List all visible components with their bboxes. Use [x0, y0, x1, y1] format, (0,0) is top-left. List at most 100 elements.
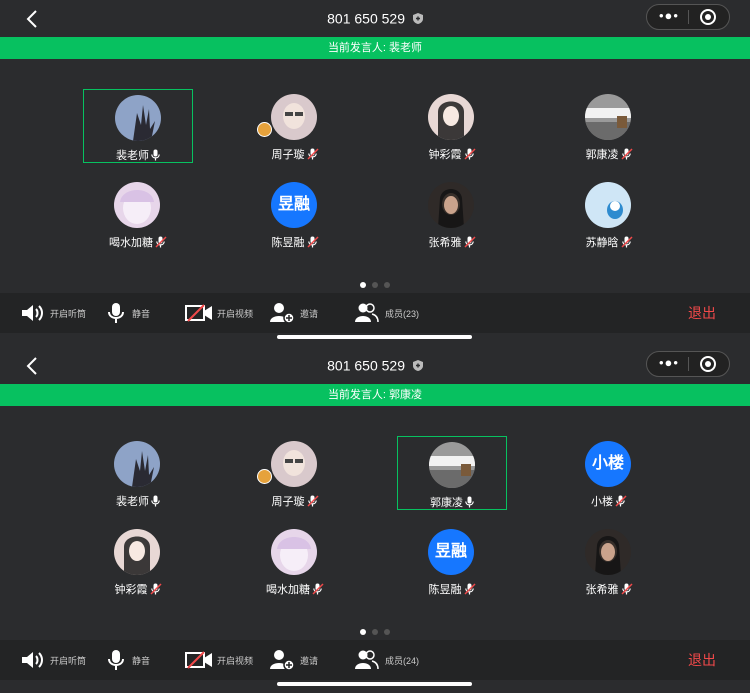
capsule-divider — [688, 357, 689, 371]
participant-name: 裴老师 — [116, 150, 149, 162]
mini-program-capsule: •●• — [646, 351, 730, 377]
video-button[interactable]: 开启视频 — [185, 301, 253, 325]
bottom-toolbar: 开启听筒 静音 开启视频 邀请 成员(23) 退出 — [0, 293, 750, 333]
participant-tile[interactable]: 郭康凌 — [397, 436, 507, 510]
speaker-button[interactable]: 开启听筒 — [20, 648, 86, 672]
participant-name-row: 喝水加糖 — [83, 234, 193, 250]
participant-tile[interactable]: 周子璇 — [240, 89, 350, 163]
participant-name: 陈昱融 — [271, 237, 305, 249]
mute-label: 静音 — [132, 655, 151, 666]
page-dot[interactable] — [372, 629, 378, 635]
participant-name-row: 裴老师 — [83, 493, 193, 509]
top-bar: 801 650 529 •●• — [0, 0, 750, 37]
members-label: 成员(23) — [385, 308, 420, 319]
meeting-id-text: 801 650 529 — [327, 10, 405, 27]
microphone-on-icon — [463, 496, 474, 509]
participant-tile[interactable]: 小楼 小楼 — [554, 436, 664, 510]
participant-tile[interactable]: 郭康凌 — [554, 89, 664, 163]
microphone-muted-icon — [462, 583, 476, 596]
video-label: 开启视频 — [217, 308, 254, 319]
members-button[interactable]: 成员(24) — [355, 648, 419, 672]
participant-tile[interactable]: 喝水加糖 — [240, 524, 350, 598]
capsule-divider — [688, 10, 689, 24]
invite-button[interactable]: 邀请 — [270, 301, 318, 325]
page-dot-active[interactable] — [360, 282, 366, 288]
participant-tile[interactable]: 喝水加糖 — [83, 177, 193, 251]
current-speaker-bar: 当前发言人: 郭康凌 — [0, 384, 750, 406]
participant-tile[interactable]: 张希雅 — [554, 524, 664, 598]
participant-tile[interactable]: 钟彩霞 — [397, 89, 507, 163]
avatar — [114, 529, 160, 575]
avatar — [428, 94, 474, 140]
participant-name: 喝水加糖 — [266, 584, 310, 596]
participant-tile[interactable]: 裴老师 — [83, 436, 193, 510]
participant-name-row: 钟彩霞 — [397, 146, 507, 162]
participant-name: 喝水加糖 — [109, 237, 153, 249]
avatar — [271, 441, 317, 487]
speaker-icon — [22, 652, 43, 668]
page-dot[interactable] — [372, 282, 378, 288]
avatar — [585, 529, 631, 575]
close-target-icon[interactable] — [699, 8, 717, 26]
participant-tile[interactable]: 周子璇 — [240, 436, 350, 510]
microphone-muted-icon — [613, 495, 627, 508]
members-label: 成员(24) — [385, 655, 420, 666]
participant-tile[interactable]: 苏静晗 — [554, 177, 664, 251]
participant-name: 陈昱融 — [428, 584, 462, 596]
participant-name: 郭康凌 — [430, 497, 463, 509]
participant-name: 钟彩霞 — [114, 584, 148, 596]
page-dot-active[interactable] — [360, 629, 366, 635]
microphone-muted-icon — [619, 583, 633, 596]
mute-label: 静音 — [132, 308, 151, 319]
microphone-on-icon — [149, 495, 160, 508]
exit-button[interactable]: 退出 — [688, 303, 716, 323]
avatar — [114, 441, 160, 487]
participant-name-row: 钟彩霞 — [83, 581, 193, 597]
microphone-icon — [108, 303, 124, 323]
meeting-id-text: 801 650 529 — [327, 357, 405, 374]
avatar: 小楼 — [585, 441, 631, 487]
participant-tile[interactable]: 钟彩霞 — [83, 524, 193, 598]
participant-name-row: 郭康凌 — [554, 146, 664, 162]
host-badge-icon — [257, 122, 272, 137]
participant-name-row: 裴老师 — [84, 147, 192, 163]
video-off-icon — [185, 651, 212, 669]
avatar — [429, 442, 475, 488]
close-target-icon[interactable] — [699, 355, 717, 373]
home-indicator — [277, 682, 472, 686]
participant-tile[interactable]: 昱融 陈昱融 — [240, 177, 350, 251]
page-indicator — [0, 275, 750, 293]
members-button[interactable]: 成员(23) — [355, 301, 419, 325]
exit-button[interactable]: 退出 — [688, 650, 716, 670]
microphone-muted-icon — [305, 148, 319, 161]
avatar — [271, 94, 317, 140]
participant-name-row: 陈昱融 — [240, 234, 350, 250]
invite-button[interactable]: 邀请 — [270, 648, 318, 672]
mute-button[interactable]: 静音 — [108, 301, 150, 325]
invite-label: 邀请 — [300, 655, 319, 666]
participant-name: 周子璇 — [271, 496, 305, 508]
shield-icon — [412, 12, 423, 24]
microphone-muted-icon — [619, 148, 633, 161]
participant-tile[interactable]: 裴老师 — [83, 89, 193, 163]
members-icon — [355, 303, 379, 323]
video-button[interactable]: 开启视频 — [185, 648, 253, 672]
meeting-id: 801 650 529 — [0, 356, 750, 373]
video-off-icon — [185, 304, 212, 322]
microphone-muted-icon — [305, 236, 319, 249]
speaker-label: 开启听筒 — [50, 308, 87, 319]
avatar — [585, 94, 631, 140]
page-dot[interactable] — [384, 629, 390, 635]
more-icon[interactable]: •●• — [659, 355, 679, 370]
page-dot[interactable] — [384, 282, 390, 288]
speaker-button[interactable]: 开启听筒 — [20, 301, 86, 325]
page-indicator — [0, 622, 750, 640]
avatar — [428, 182, 474, 228]
mini-program-capsule: •●• — [646, 4, 730, 30]
more-icon[interactable]: •●• — [659, 8, 679, 23]
participant-tile[interactable]: 张希雅 — [397, 177, 507, 251]
participant-name-row: 周子璇 — [240, 493, 350, 509]
mute-button[interactable]: 静音 — [108, 648, 150, 672]
participant-tile[interactable]: 昱融 陈昱融 — [397, 524, 507, 598]
microphone-muted-icon — [305, 495, 319, 508]
